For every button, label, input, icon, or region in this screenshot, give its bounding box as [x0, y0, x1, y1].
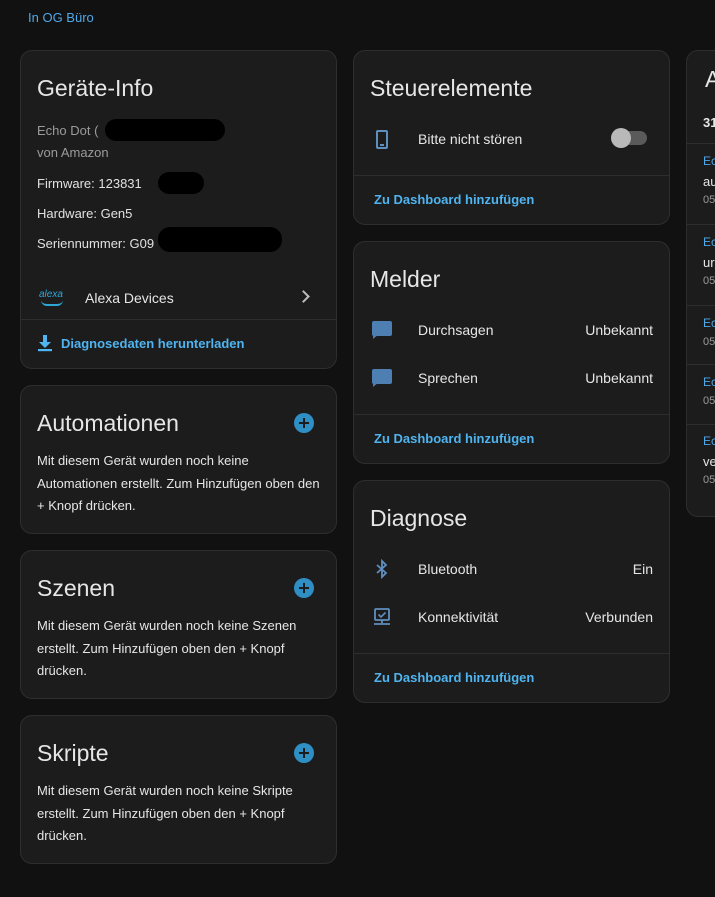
sensors-add-dashboard-link[interactable]: Zu Dashboard hinzufügen	[374, 431, 534, 446]
controls-title: Steuerelemente	[370, 75, 533, 101]
scripts-empty-text: Mit diesem Gerät wurden noch keine Skrip…	[37, 783, 293, 843]
activity-title: A	[705, 66, 715, 93]
cellphone-icon	[372, 129, 392, 149]
activity-entry-time: 05	[703, 194, 715, 206]
activity-card: A 31 Ec au 05 Ec ur 05 Ec 05 Ec 05 Ec ve…	[686, 50, 715, 517]
activity-entry-source[interactable]: Ec	[703, 316, 715, 330]
divider	[687, 143, 715, 144]
alexa-logo-text: alexa	[39, 289, 63, 300]
message-icon	[372, 320, 392, 340]
controls-card: Steuerelemente Bitte nicht stören Zu Das…	[353, 50, 670, 225]
control-label: Bitte nicht stören	[418, 131, 523, 147]
activity-entry-time: 05	[703, 336, 715, 348]
scenes-card: Szenen Mit diesem Gerät wurden noch kein…	[20, 550, 337, 699]
download-diagnostics-link[interactable]: Diagnosedaten herunterladen	[61, 336, 244, 351]
sensor-label: Sprechen	[418, 370, 478, 386]
activity-entry-time: 05	[703, 275, 715, 287]
download-icon	[38, 335, 52, 352]
control-row-dnd[interactable]: Bitte nicht stören	[354, 119, 669, 159]
add-scene-button[interactable]	[294, 578, 314, 598]
redaction-firmware	[158, 172, 204, 194]
diagnostic-label: Bluetooth	[418, 561, 478, 577]
sensors-card: Melder Durchsagen Unbekannt Sprechen Unb…	[353, 241, 670, 464]
device-firmware: Firmware: 123831	[37, 176, 142, 191]
redaction-serial	[158, 227, 282, 252]
activity-entry-text: au	[703, 174, 715, 189]
activity-subtitle: 31	[703, 115, 715, 130]
diagnostic-row[interactable]: Konnektivität Verbunden	[354, 597, 669, 637]
diagnostic-label: Konnektivität	[418, 609, 499, 625]
scenes-title: Szenen	[37, 575, 116, 601]
diagnostic-value: Verbunden	[585, 609, 653, 625]
sensor-row[interactable]: Sprechen Unbekannt	[354, 358, 669, 398]
redaction-model	[105, 119, 225, 141]
network-icon	[374, 608, 390, 625]
activity-entry-source[interactable]: Ec	[703, 375, 715, 389]
diagnostic-row[interactable]: Bluetooth Ein	[354, 549, 669, 589]
add-script-button[interactable]	[294, 743, 314, 763]
activity-entry-time: 05	[703, 395, 715, 407]
divider	[354, 653, 669, 654]
activity-entry-source[interactable]: Ec	[703, 235, 715, 249]
sensor-value: Unbekannt	[585, 322, 653, 338]
alexa-logo-icon: alexa	[39, 289, 67, 307]
device-info-card: Geräte-Info Echo Dot ( von Amazon Firmwa…	[20, 50, 337, 369]
scenes-empty-text: Mit diesem Gerät wurden noch keine Szene…	[37, 618, 297, 678]
add-automation-button[interactable]	[294, 413, 314, 433]
activity-entry-time: 05	[703, 474, 715, 486]
integration-label: Alexa Devices	[85, 290, 174, 306]
activity-entry-source[interactable]: Ec	[703, 434, 715, 448]
sensor-row[interactable]: Durchsagen Unbekannt	[354, 310, 669, 350]
activity-entry-text: ve	[703, 454, 715, 469]
device-serial: Seriennummer: G09	[37, 236, 155, 251]
sensors-title: Melder	[370, 266, 441, 292]
sensor-value: Unbekannt	[585, 370, 653, 386]
activity-entry-text: ur	[703, 255, 715, 270]
divider	[687, 364, 715, 365]
device-info-title: Geräte-Info	[37, 75, 154, 101]
dnd-toggle[interactable]	[611, 128, 647, 148]
divider	[687, 305, 715, 306]
chevron-right-icon	[297, 290, 310, 303]
bluetooth-icon	[376, 559, 388, 579]
automations-card: Automationen Mit diesem Gerät wurden noc…	[20, 385, 337, 534]
diagnostics-title: Diagnose	[370, 505, 468, 531]
divider	[687, 224, 715, 225]
automations-title: Automationen	[37, 410, 179, 436]
divider	[21, 319, 336, 320]
automations-empty-text: Mit diesem Gerät wurden noch keine Autom…	[37, 453, 320, 513]
divider	[354, 414, 669, 415]
sensor-label: Durchsagen	[418, 322, 494, 338]
area-link[interactable]: In OG Büro	[28, 10, 94, 25]
diagnostic-value: Ein	[632, 561, 653, 577]
device-model: Echo Dot (	[37, 123, 99, 138]
device-manufacturer: von Amazon	[37, 145, 109, 160]
scripts-title: Skripte	[37, 740, 109, 766]
integration-row[interactable]: alexa Alexa Devices	[21, 277, 336, 319]
activity-entry-source[interactable]: Ec	[703, 154, 715, 168]
divider	[354, 175, 669, 176]
device-hardware: Hardware: Gen5	[37, 206, 133, 221]
scripts-card: Skripte Mit diesem Gerät wurden noch kei…	[20, 715, 337, 864]
divider	[687, 424, 715, 425]
message-icon	[372, 368, 392, 388]
diagnostics-add-dashboard-link[interactable]: Zu Dashboard hinzufügen	[374, 670, 534, 685]
controls-add-dashboard-link[interactable]: Zu Dashboard hinzufügen	[374, 192, 534, 207]
diagnostics-card: Diagnose Bluetooth Ein Konnektivität Ver…	[353, 480, 670, 703]
